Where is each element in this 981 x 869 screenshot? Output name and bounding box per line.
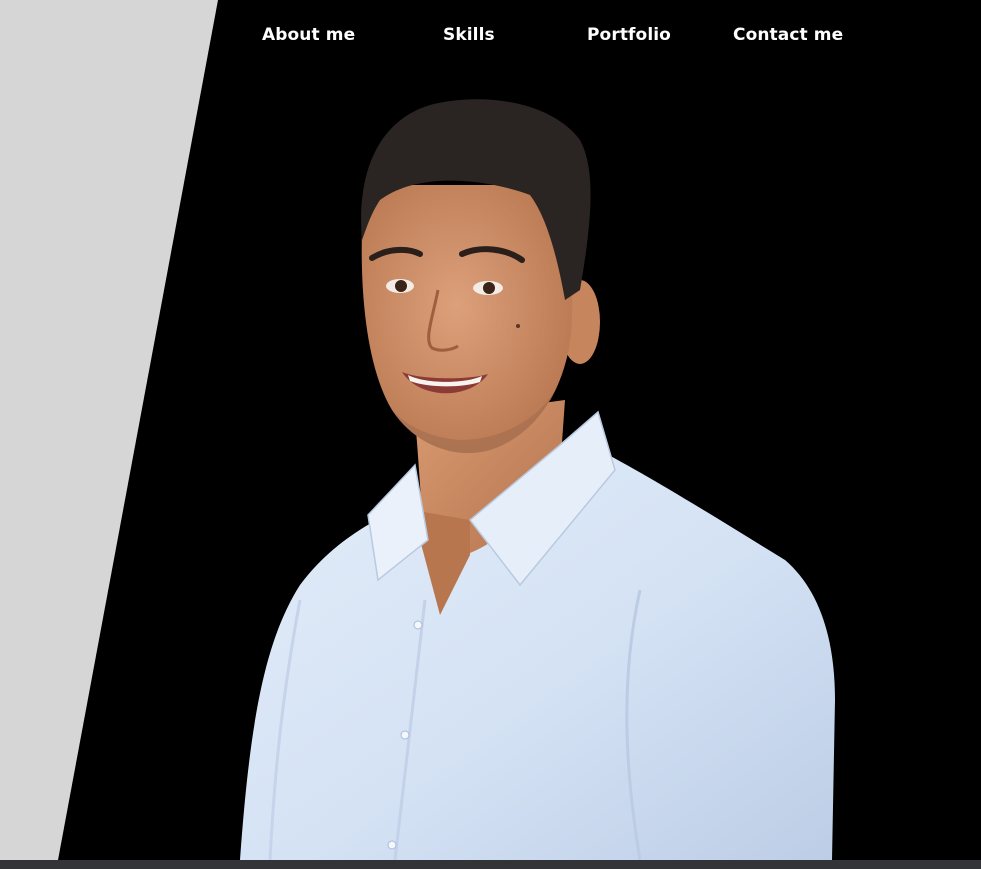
nav-link-portfolio[interactable]: Portfolio <box>587 25 671 45</box>
main-navigation: About me Skills Portfolio Contact me <box>0 0 981 80</box>
hero-section: About me Skills Portfolio Contact me <box>0 0 981 869</box>
bottom-scrollbar-strip <box>0 860 981 869</box>
portrait-photo <box>240 99 835 860</box>
nav-link-contact-me[interactable]: Contact me <box>733 25 843 45</box>
nav-link-about-me[interactable]: About me <box>262 25 355 45</box>
nav-link-skills[interactable]: Skills <box>443 25 495 45</box>
